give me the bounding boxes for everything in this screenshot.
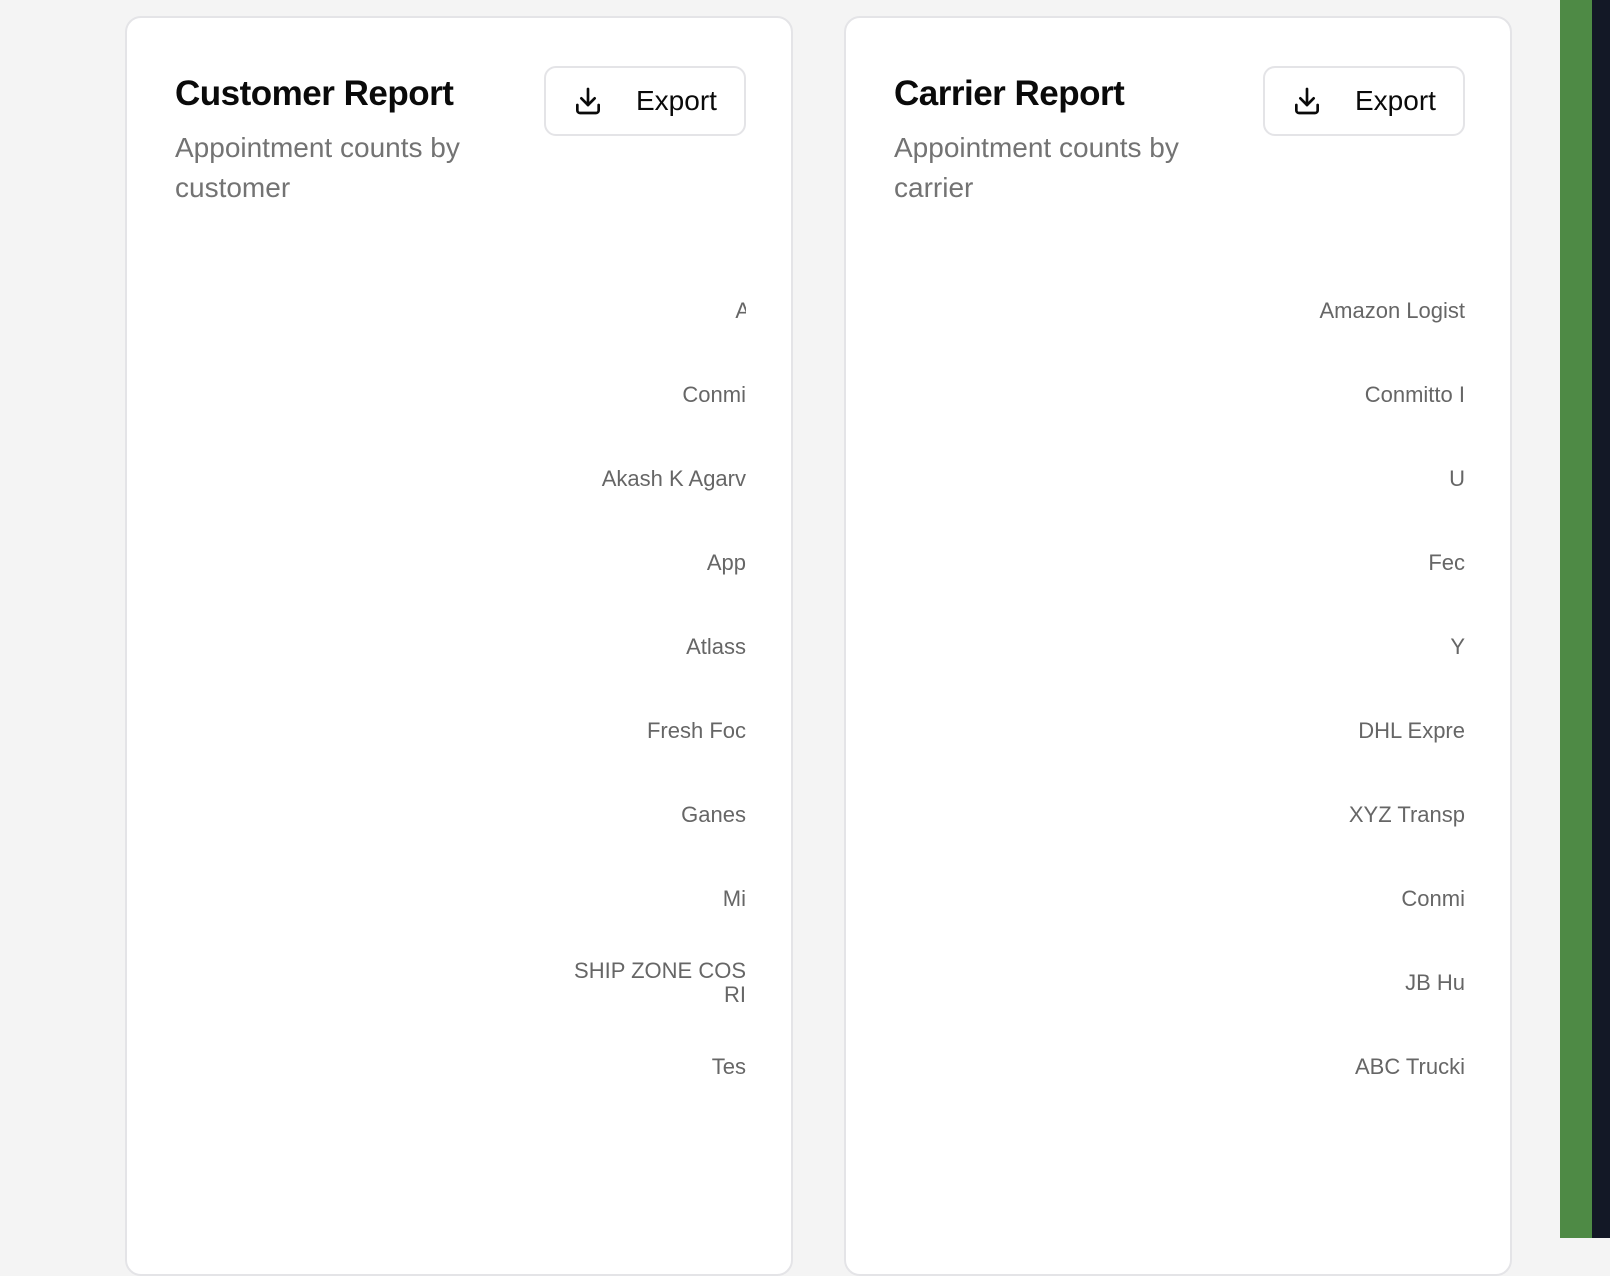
customer-report-card: Customer Report Appointment counts by cu… [125,16,793,1276]
axis-label: Fec [1428,550,1465,575]
carrier-report-card: Carrier Report Appointment counts by car… [844,16,1512,1276]
axis-label: U [1449,466,1465,491]
axis-label: ABC Trucki [1354,1054,1465,1079]
axis-label: SHIP ZONE COS RI [574,958,746,1007]
card-title: Customer Report [175,74,454,113]
card-subtitle: Appointment counts by carrier [894,132,1179,203]
axis-label: Conmi [682,382,746,407]
axis-label: Conmi [1401,886,1465,911]
axis-label: Conmitto I [1364,382,1465,407]
axis-label: XYZ Transp [1348,802,1465,827]
card-subtitle: Appointment counts by customer [175,132,460,203]
export-button[interactable]: Export [544,66,746,136]
axis-label: App [706,550,746,575]
download-icon [1295,87,1319,115]
export-button-label: Export [1355,85,1436,116]
axis-label: DHL Expre [1358,718,1465,743]
axis-label: Mi [722,886,746,911]
axis-label: Fresh Foc [646,718,746,743]
axis-label: Y [1450,634,1465,659]
sidebar-edge-dark [1592,0,1610,1238]
download-icon [576,87,600,115]
card-title: Carrier Report [894,74,1125,113]
export-button[interactable]: Export [1263,66,1465,136]
customer-chart-axis: A Conmi Akash K Agarv App Atlass Fresh F… [167,258,746,1158]
axis-label: Akash K Agarv [601,466,746,491]
axis-label: Tes [711,1054,746,1079]
axis-label: JB Hu [1405,970,1465,995]
axis-label: A [306,268,746,354]
axis-label: Atlass [686,634,746,659]
carrier-chart-axis: Amazon Logist Conmitto I U Fec Y DHL Exp… [886,258,1465,1158]
sidebar-edge [1560,0,1592,1238]
export-button-label: Export [636,85,717,116]
axis-label: Amazon Logist [1319,298,1465,323]
axis-label: Ganes [681,802,746,827]
